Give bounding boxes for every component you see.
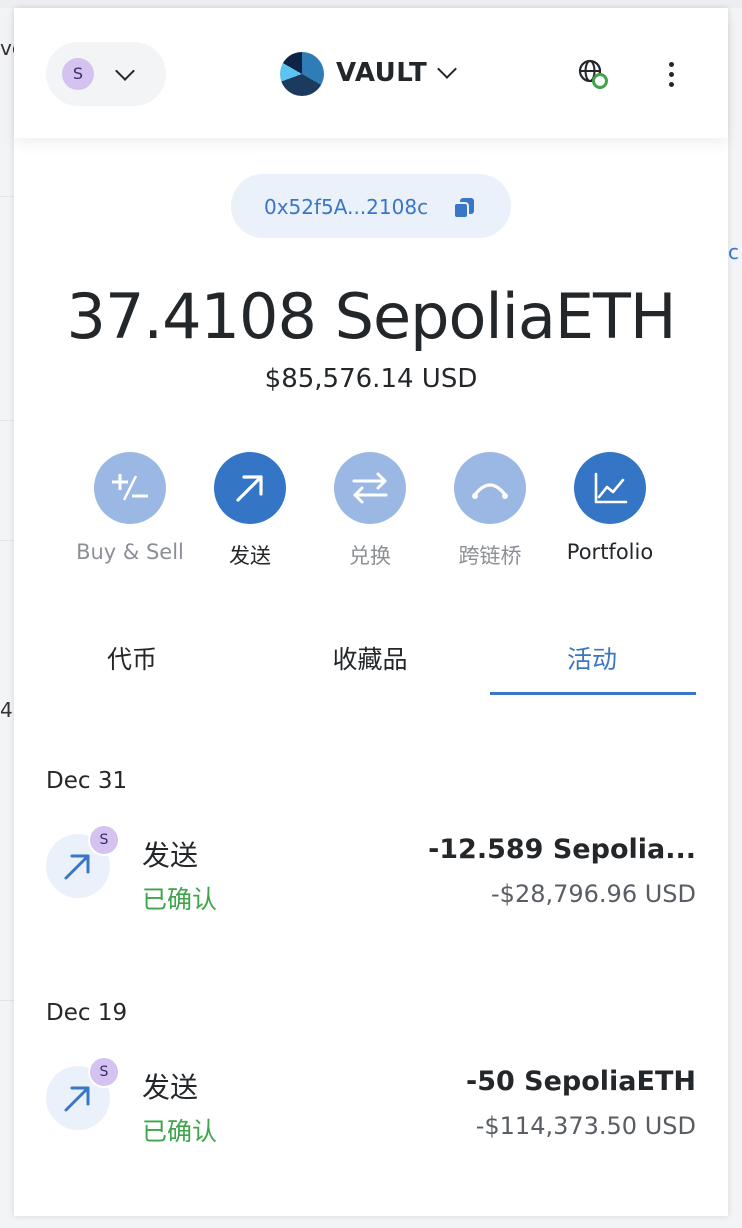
buy-sell-button[interactable]: Buy & Sell [70,448,190,588]
portfolio-label: Portfolio [566,540,654,564]
activity-title: 发送 [142,1071,199,1104]
bridge-label: 跨链桥 [458,544,522,568]
swap-arrows-icon [352,472,388,504]
send-label: 发送 [229,544,271,568]
browser-page-strip [0,0,742,8]
send-button[interactable]: 发送 [190,448,310,588]
chart-line-icon [594,472,628,504]
wallet-actions: Buy & Sell 发送 兑换 跨链桥 Portfolio [14,448,728,588]
tab-activity[interactable]: 活动 [492,640,692,676]
bridge-button[interactable]: 跨链桥 [430,448,550,588]
background-divider [0,196,14,197]
activity-amount: -50 SepoliaETH [465,1066,696,1097]
background-divider [0,1000,14,1001]
swap-label: 兑换 [349,544,391,568]
background-divider [0,540,14,541]
copy-icon [453,198,474,219]
token-balance: 37.4108 SepoliaETH [66,280,677,353]
activity-item[interactable]: S 发送 已确认 -12.589 Sepolia... -$28,796.96 … [46,824,696,926]
tab-collectibles[interactable]: 收藏品 [270,640,470,676]
buy-sell-label: Buy & Sell [76,540,184,564]
network-picker[interactable]: S [46,42,166,106]
activity-fiat: -$28,796.96 USD [491,880,696,908]
network-badge: S [88,1056,120,1088]
network-avatar: S [62,58,94,90]
tab-tokens[interactable]: 代币 [32,640,232,676]
copy-address-button[interactable]: 0x52f5A...2108c [231,174,511,238]
plus-minus-icon [112,474,148,501]
activity-date-header: Dec 31 [46,768,128,794]
account-options-button[interactable] [654,56,690,92]
activity-date-header: Dec 19 [46,1000,128,1026]
globe-connected-icon [578,59,608,89]
swap-button[interactable]: 兑换 [310,448,430,588]
background-page-link: c [728,240,739,264]
fiat-balance: $85,576.14 USD [264,364,478,394]
account-avatar [280,52,324,96]
activity-amount: -12.589 Sepolia... [428,834,696,865]
background-page-text: 4 [0,698,13,722]
bridge-icon [472,483,508,499]
asset-tabs: 代币 收藏品 活动 [46,628,696,698]
background-divider [0,420,14,421]
activity-status: 已确认 [142,1117,218,1146]
wallet-popup: S VAULT 0x52f5A...2108c 37.4108 SepoliaE… [14,8,728,1216]
arrow-up-right-icon [236,475,263,502]
portfolio-button[interactable]: Portfolio [550,448,670,588]
activity-item[interactable]: S 发送 已确认 -50 SepoliaETH -$114,373.50 USD [46,1056,696,1158]
activity-title: 发送 [142,839,199,872]
account-address: 0x52f5A...2108c [264,195,429,219]
chevron-down-icon [437,59,457,79]
account-name: VAULT [336,58,428,88]
activity-fiat: -$114,373.50 USD [475,1112,696,1140]
account-picker[interactable]: VAULT [280,50,470,98]
connected-sites-button[interactable] [574,56,610,92]
active-tab-indicator [490,692,696,695]
activity-status: 已确认 [142,885,218,914]
network-badge: S [88,824,120,856]
wallet-header: S VAULT [14,8,728,138]
chevron-down-icon [115,61,135,81]
